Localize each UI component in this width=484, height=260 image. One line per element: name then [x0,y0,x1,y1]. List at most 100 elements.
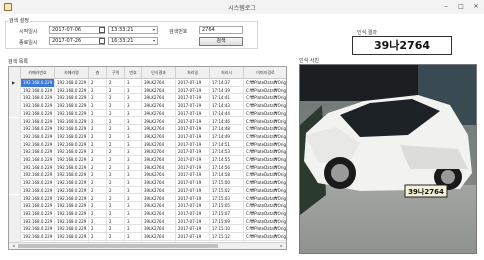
table-cell[interactable]: C:₩PlateData₩OriginalImage₩2017₩07₩19 [244,102,286,110]
table-cell[interactable]: C:₩PlateData₩OriginalImage₩2017₩07₩19 [244,87,286,95]
table-row[interactable]: 192.168.0.229192.168.0.22922339LK2764201… [9,194,286,203]
row-selector[interactable] [9,217,21,226]
search-results-grid[interactable]: 카메라번호 카메라명 층 구역 번호 인식결과 처리일 처리시 이미지경로 ▶ 192.168.0… [8,66,287,250]
table-row[interactable]: 192.168.0.229192.168.0.22922339LK2764201… [9,209,286,218]
table-cell[interactable]: 2017-07-19 [176,140,210,149]
row-selector[interactable] [9,225,21,233]
table-cell[interactable]: 2 [89,86,107,95]
table-cell[interactable]: 17:15:07 [210,209,244,218]
table-cell[interactable]: 2017-07-19 [176,148,210,156]
table-cell[interactable]: 39LK2764 [142,94,176,103]
table-cell[interactable]: 2 [107,94,125,103]
row-selector[interactable] [9,86,21,95]
table-cell[interactable]: 3 [125,156,142,164]
table-cell[interactable]: 2017-07-19 [176,117,210,126]
table-cell[interactable]: 192.168.0.229 [55,102,89,110]
table-cell[interactable]: 2 [107,233,125,241]
column-header[interactable]: 처리시 [210,67,244,79]
table-cell[interactable]: 17:14:56 [210,163,244,172]
row-selector[interactable] [9,132,21,141]
table-row[interactable]: 192.168.0.229192.168.0.22922339LK2764201… [9,94,286,103]
table-cell[interactable]: 192.168.0.229 [21,132,55,141]
table-cell[interactable]: 2 [89,156,107,164]
table-cell[interactable]: 2 [107,109,125,118]
table-cell[interactable]: 2 [107,156,125,164]
table-cell[interactable]: 39LK2764 [142,102,176,110]
table-cell[interactable]: 192.168.0.229 [55,194,89,203]
table-cell[interactable]: C:₩PlateData₩OriginalImage₩2017₩07₩19 [244,110,286,118]
table-cell[interactable]: 39LK2764 [142,140,176,149]
horizontal-scrollbar[interactable]: ◂ ▸ [9,242,286,249]
maximize-button[interactable]: □ [456,2,466,11]
table-cell[interactable]: 39LK2764 [142,194,176,203]
table-cell[interactable]: 3 [125,94,142,103]
table-cell[interactable]: 17:14:53 [210,148,244,156]
start-date-picker[interactable]: 2017-07-06 ▾ [49,26,105,34]
table-row[interactable]: 192.168.0.229192.168.0.22922339LK2764201… [9,179,286,187]
table-cell[interactable]: 17:15:09 [210,217,244,226]
table-row[interactable]: ▶ 192.168.0.229 192.168.0.229 2 2 3 39LK2764 20… [9,79,286,87]
table-cell[interactable]: 2017-07-19 [176,186,210,195]
row-selector[interactable] [9,102,21,110]
table-cell[interactable]: 3 [125,79,142,87]
table-cell[interactable]: 17:14:44 [210,109,244,118]
table-row[interactable]: 192.168.0.229192.168.0.22922339LK2764201… [9,125,286,133]
table-cell[interactable]: 39LK2764 [142,202,176,210]
table-cell[interactable]: 17:15:10 [210,225,244,233]
column-header[interactable]: 인식결과 [142,67,176,79]
table-cell[interactable]: 2017-07-19 [176,86,210,95]
table-cell[interactable]: 2 [107,148,125,156]
table-cell[interactable]: C:₩PlateData₩OriginalImage₩2017₩07₩19 [244,156,286,164]
row-selector[interactable]: ▶ [9,79,21,87]
table-cell[interactable]: 192.168.0.229 [21,209,55,218]
table-cell[interactable]: 192.168.0.229 [21,202,55,210]
table-cell[interactable]: 3 [125,109,142,118]
table-cell[interactable]: 39LK2764 [142,109,176,118]
table-cell[interactable]: 2 [107,202,125,210]
table-cell[interactable]: 2017-07-19 [176,233,210,241]
table-cell[interactable]: 192.168.0.229 [21,86,55,95]
table-cell[interactable]: 192.168.0.229 [55,125,89,133]
table-cell[interactable]: 2 [107,86,125,95]
table-row[interactable]: 192.168.0.229192.168.0.22922339LK2764201… [9,186,286,195]
table-row[interactable]: 192.168.0.229192.168.0.22922339LK2764201… [9,202,286,210]
table-row[interactable]: 192.168.0.229192.168.0.22922339LK2764201… [9,217,286,226]
table-cell[interactable]: 17:14:39 [210,86,244,95]
table-cell[interactable]: 3 [125,186,142,195]
table-cell[interactable]: C:₩PlateData₩OriginalImage₩2017₩07₩19 [244,148,286,156]
table-cell[interactable]: 192.168.0.229 [21,233,55,241]
table-cell[interactable]: 39LK2764 [142,163,176,172]
table-cell[interactable]: 2017-07-19 [176,217,210,226]
table-cell[interactable]: 192.168.0.229 [21,225,55,233]
table-cell[interactable]: 2 [107,209,125,218]
table-cell[interactable]: 2 [89,171,107,180]
table-cell[interactable]: 2 [89,179,107,187]
table-cell[interactable]: C:₩PlateData₩OriginalImage₩2017₩07₩19 [244,94,286,102]
scroll-left-icon[interactable]: ◂ [10,243,17,249]
table-cell[interactable]: 2 [107,225,125,233]
row-selector[interactable] [9,233,21,241]
table-cell[interactable]: 17:15:03 [210,194,244,203]
column-header[interactable]: 층 [89,67,107,79]
table-cell[interactable]: 192.168.0.229 [55,132,89,141]
table-cell[interactable]: C:₩PlateData₩OriginalImage₩2017₩07₩19 [244,133,286,141]
row-selector[interactable] [9,186,21,195]
table-cell[interactable]: 39LK2764 [142,171,176,180]
table-cell[interactable]: 2 [89,117,107,126]
table-cell[interactable]: 2 [89,140,107,149]
table-row[interactable]: 192.168.0.229192.168.0.22922339LK2764201… [9,132,286,141]
table-cell[interactable]: 3 [125,209,142,218]
table-cell[interactable]: 2 [107,217,125,226]
table-cell[interactable]: 17:14:49 [210,132,244,141]
table-cell[interactable]: 2 [89,102,107,110]
table-cell[interactable]: C:₩PlateData₩OriginalImage₩2017₩07₩19 [244,125,286,133]
table-cell[interactable]: 39LK2764 [142,225,176,233]
row-selector[interactable] [9,209,21,218]
scroll-right-icon[interactable]: ▸ [278,243,285,249]
table-cell[interactable]: 2 [89,194,107,203]
table-cell[interactable]: 192.168.0.229 [55,156,89,164]
table-cell[interactable]: C:₩PlateData₩OriginalImage₩2017₩07₩19 [244,171,286,179]
table-cell[interactable]: 39LK2764 [142,148,176,156]
table-cell[interactable]: 192.168.0.229 [55,209,89,218]
column-header[interactable]: 번호 [125,67,142,79]
